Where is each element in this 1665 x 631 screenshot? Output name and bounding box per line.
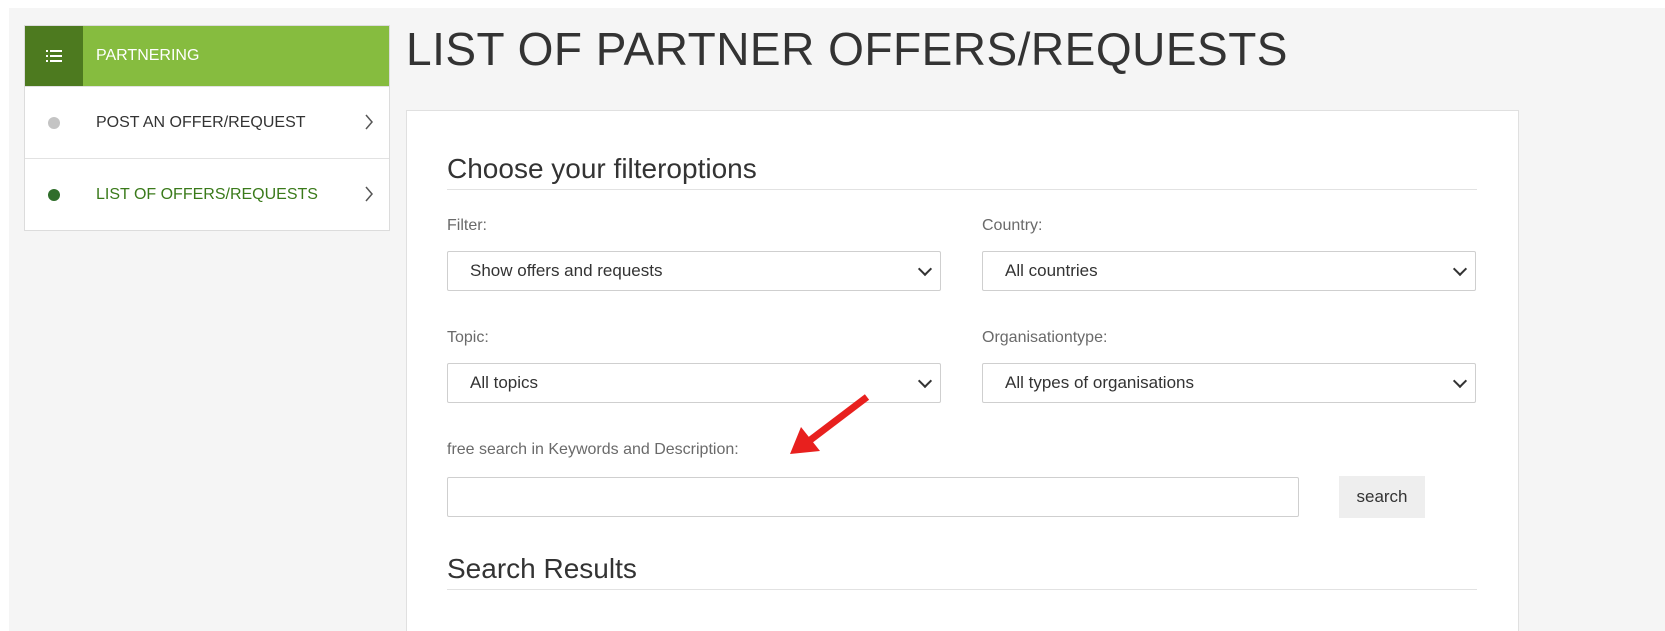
list-icon — [25, 26, 83, 86]
sidebar-header[interactable]: PARTNERING — [25, 26, 389, 86]
country-label: Country: — [982, 217, 1043, 234]
filter-section-title: Choose your filteroptions — [447, 153, 1477, 190]
country-select[interactable]: All countries — [982, 251, 1476, 291]
sidebar-item-list-offers[interactable]: LIST OF OFFERS/REQUESTS — [25, 158, 389, 230]
active-dot-icon — [48, 188, 60, 201]
chevron-right-icon — [349, 110, 389, 136]
sidebar: PARTNERING POST AN OFFER/REQUEST LIST OF… — [24, 25, 390, 231]
topic-label: Topic: — [447, 329, 489, 346]
orgtype-label: Organisationtype: — [982, 329, 1108, 346]
orgtype-select-value: All types of organisations — [1005, 373, 1194, 392]
sidebar-item-label: POST AN OFFER/REQUEST — [96, 113, 306, 131]
sidebar-header-label: PARTNERING — [83, 26, 389, 86]
free-search-label: free search in Keywords and Description: — [447, 441, 739, 458]
topic-select-value: All topics — [470, 373, 539, 392]
country-select-value: All countries — [1005, 261, 1098, 280]
inactive-dot-icon — [48, 116, 60, 129]
orgtype-select[interactable]: All types of organisations — [982, 363, 1476, 403]
search-button[interactable]: search — [1339, 476, 1425, 518]
page-background: PARTNERING POST AN OFFER/REQUEST LIST OF… — [9, 8, 1665, 631]
free-search-input[interactable] — [447, 477, 1299, 517]
page-title: LIST OF PARTNER OFFERS/REQUESTS — [406, 23, 1288, 75]
chevron-right-icon — [349, 182, 389, 208]
chevron-down-icon — [917, 261, 933, 277]
chevron-down-icon — [1452, 261, 1468, 277]
chevron-down-icon — [1452, 373, 1468, 389]
filter-select[interactable]: Show offers and requests — [447, 251, 941, 291]
sidebar-item-post-offer[interactable]: POST AN OFFER/REQUEST — [25, 86, 389, 158]
results-section-title: Search Results — [447, 553, 1477, 590]
filter-label: Filter: — [447, 217, 487, 234]
sidebar-item-label: LIST OF OFFERS/REQUESTS — [96, 185, 318, 203]
red-arrow-annotation — [790, 394, 870, 454]
chevron-down-icon — [917, 373, 933, 389]
filter-select-value: Show offers and requests — [470, 261, 663, 280]
filter-panel: Choose your filteroptions Filter: Show o… — [406, 110, 1519, 631]
